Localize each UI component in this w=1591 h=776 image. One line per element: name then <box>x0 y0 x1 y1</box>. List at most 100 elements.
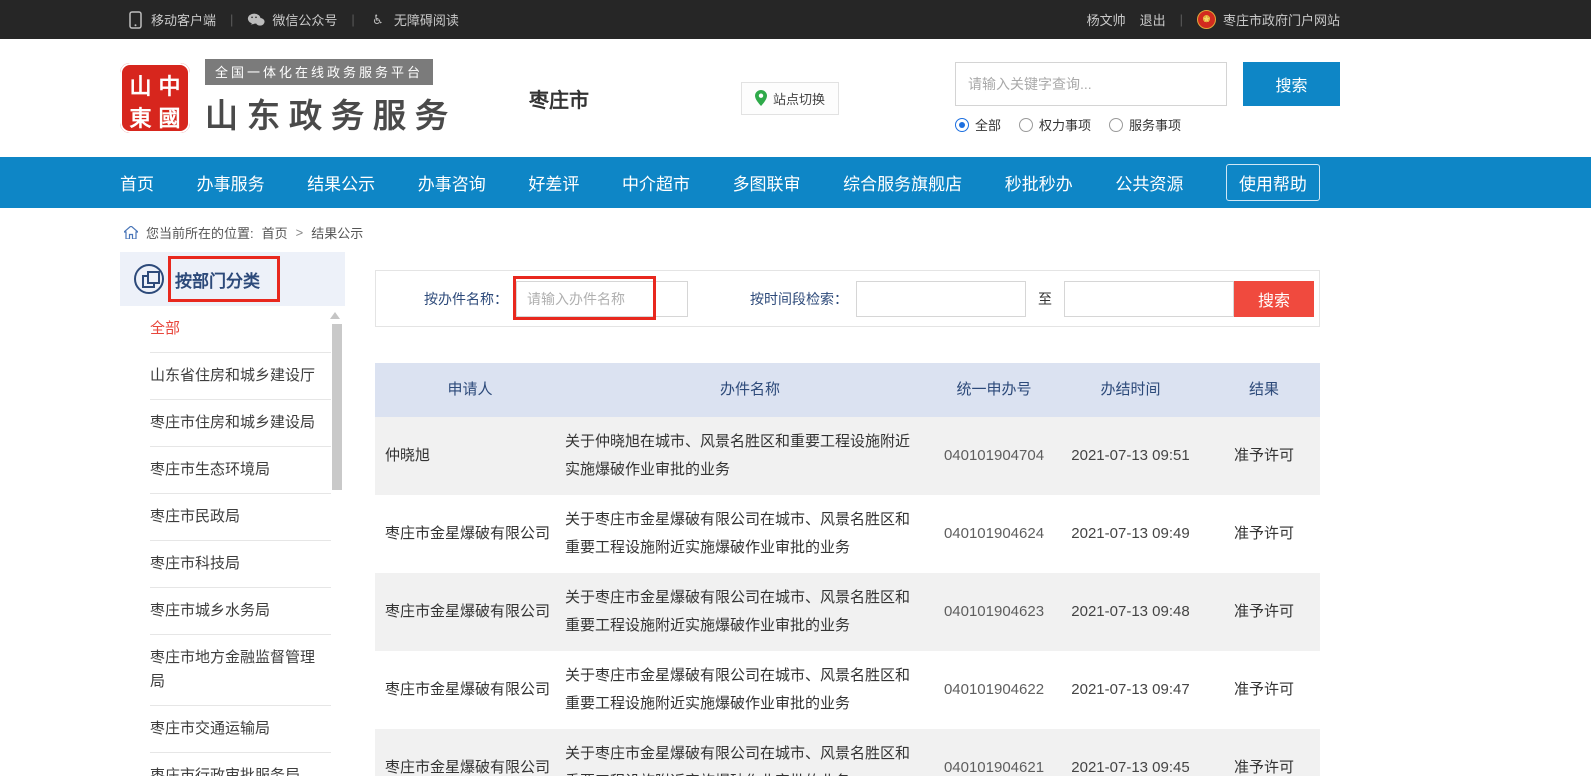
department-list-item[interactable]: 枣庄市科技局 <box>150 541 331 588</box>
scope-radio-label: 服务事项 <box>1129 115 1181 134</box>
mobile-client-label: 移动客户端 <box>151 10 216 29</box>
gov-portal-link[interactable]: ★ 枣庄市政府门户网站 <box>1197 10 1340 29</box>
cell-title: 关于枣庄市金星爆破有限公司在城市、风景名胜区和重要工程设施附近实施爆破作业审批的… <box>565 506 935 562</box>
table-row[interactable]: 枣庄市金星爆破有限公司 关于枣庄市金星爆破有限公司在城市、风景名胜区和重要工程设… <box>375 651 1320 729</box>
seal-char: 國 <box>155 101 184 133</box>
gov-portal-label: 枣庄市政府门户网站 <box>1223 10 1340 29</box>
nav-item[interactable]: 公共资源 <box>1115 170 1183 195</box>
nav-item[interactable]: 多图联审 <box>733 170 801 195</box>
header-search-button[interactable]: 搜索 <box>1243 62 1340 106</box>
cell-title: 关于枣庄市金星爆破有限公司在城市、风景名胜区和重要工程设施附近实施爆破作业审批的… <box>565 740 935 776</box>
department-list-item[interactable]: 枣庄市住房和城乡建设局 <box>150 400 331 447</box>
scope-radio[interactable]: 全部 <box>955 115 1001 134</box>
site-header: 山 中 東 國 全国一体化在线政务服务平台 山东政务服务 枣庄市 站点切换 搜索 <box>0 39 1591 157</box>
table-row[interactable]: 仲晓旭 关于仲晓旭在城市、风景名胜区和重要工程设施附近实施爆破作业审批的业务 0… <box>375 417 1320 495</box>
table-header-row: 申请人 办件名称 统一申办号 办结时间 结果 <box>375 363 1320 417</box>
date-from-input[interactable] <box>856 281 1026 317</box>
cell-apply-no: 040101904622 <box>935 676 1053 704</box>
divider: | <box>351 12 354 27</box>
cell-title: 关于仲晓旭在城市、风景名胜区和重要工程设施附近实施爆破作业审批的业务 <box>565 428 935 484</box>
nav-item[interactable]: 秒批秒办 <box>1005 170 1073 195</box>
wheelchair-icon: ♿ <box>369 11 387 29</box>
category-icon <box>134 264 164 294</box>
table-row[interactable]: 枣庄市金星爆破有限公司 关于枣庄市金星爆破有限公司在城市、风景名胜区和重要工程设… <box>375 495 1320 573</box>
cell-finish-time: 2021-07-13 09:48 <box>1053 598 1208 626</box>
top-utility-bar: 移动客户端 | 微信公众号 | ♿ 无障碍阅读 杨文帅 退出 | ★ 枣庄市政府… <box>0 0 1591 39</box>
wechat-icon <box>247 11 265 29</box>
national-emblem-icon: ★ <box>1197 10 1216 29</box>
cell-applicant: 枣庄市金星爆破有限公司 <box>375 520 565 548</box>
nav-item[interactable]: 办事服务 <box>197 170 265 195</box>
cell-applicant: 枣庄市金星爆破有限公司 <box>375 598 565 626</box>
cell-result: 准予许可 <box>1208 442 1320 470</box>
date-to-input[interactable] <box>1064 281 1234 317</box>
cell-apply-no: 040101904704 <box>935 442 1053 470</box>
table-row[interactable]: 枣庄市金星爆破有限公司 关于枣庄市金星爆破有限公司在城市、风景名胜区和重要工程设… <box>375 573 1320 651</box>
cell-result: 准予许可 <box>1208 598 1320 626</box>
cell-finish-time: 2021-07-13 09:45 <box>1053 754 1208 776</box>
nav-item[interactable]: 好差评 <box>528 170 579 195</box>
username-label[interactable]: 杨文帅 <box>1087 10 1126 29</box>
nav-item[interactable]: 中介超市 <box>622 170 690 195</box>
site-logo-text[interactable]: 全国一体化在线政务服务平台 山东政务服务 <box>205 59 457 137</box>
sidebar-scrollbar-thumb[interactable] <box>332 324 342 490</box>
keyword-search-input[interactable] <box>955 62 1227 106</box>
department-list-item[interactable]: 枣庄市地方金融监督管理局 <box>150 635 331 706</box>
cell-apply-no: 040101904621 <box>935 754 1053 776</box>
nav-item[interactable]: 结果公示 <box>307 170 375 195</box>
platform-badge: 全国一体化在线政务服务平台 <box>205 59 433 85</box>
department-list-item[interactable]: 全部 <box>150 306 331 353</box>
location-pin-icon <box>755 90 767 106</box>
cell-result: 准予许可 <box>1208 676 1320 704</box>
breadcrumb-current: 结果公示 <box>311 223 363 242</box>
date-to-label: 至 <box>1038 289 1052 309</box>
department-sidebar: 按部门分类 全部 山东省住房和城乡建设厅 枣庄市住房和城乡建设局 枣庄市生态环境… <box>120 252 345 776</box>
cell-apply-no: 040101904623 <box>935 598 1053 626</box>
shandong-seal-logo: 山 中 東 國 <box>120 63 190 133</box>
current-city-label: 枣庄市 <box>529 84 589 113</box>
radio-dot-icon <box>1109 118 1123 132</box>
scope-radio[interactable]: 服务事项 <box>1109 115 1181 134</box>
breadcrumb: 您当前所在的位置: 首页 > 结果公示 <box>0 208 1591 252</box>
scrollbar-up-arrow-icon[interactable] <box>330 312 340 319</box>
accessibility-label: 无障碍阅读 <box>394 10 459 29</box>
column-header-applicant: 申请人 <box>375 376 565 404</box>
seal-char: 山 <box>126 69 155 101</box>
divider: | <box>230 12 233 27</box>
department-list-item[interactable]: 山东省住房和城乡建设厅 <box>150 353 331 400</box>
department-list-item[interactable]: 枣庄市城乡水务局 <box>150 588 331 635</box>
cell-title: 关于枣庄市金星爆破有限公司在城市、风景名胜区和重要工程设施附近实施爆破作业审批的… <box>565 662 935 718</box>
annotation-highlight-box <box>168 256 280 302</box>
logout-link[interactable]: 退出 <box>1140 10 1166 29</box>
department-list-item[interactable]: 枣庄市民政局 <box>150 494 331 541</box>
department-list-item[interactable]: 枣庄市生态环境局 <box>150 447 331 494</box>
accessibility-link[interactable]: ♿ 无障碍阅读 <box>369 10 459 29</box>
cell-title: 关于枣庄市金星爆破有限公司在城市、风景名胜区和重要工程设施附近实施爆破作业审批的… <box>565 584 935 640</box>
site-switch-button[interactable]: 站点切换 <box>741 82 839 115</box>
department-list-item[interactable]: 枣庄市行政审批服务局 <box>150 753 331 776</box>
sidebar-header: 按部门分类 <box>120 252 345 306</box>
mobile-client-link[interactable]: 移动客户端 <box>126 10 216 29</box>
breadcrumb-separator: > <box>296 225 304 240</box>
nav-item[interactable]: 办事咨询 <box>418 170 486 195</box>
nav-item[interactable]: 首页 <box>120 170 154 195</box>
cell-result: 准予许可 <box>1208 754 1320 776</box>
department-list-item[interactable]: 枣庄市交通运输局 <box>150 706 331 753</box>
cell-result: 准予许可 <box>1208 520 1320 548</box>
cell-applicant: 枣庄市金星爆破有限公司 <box>375 676 565 704</box>
column-header-title: 办件名称 <box>565 376 935 404</box>
breadcrumb-home-link[interactable]: 首页 <box>262 223 288 242</box>
cell-apply-no: 040101904624 <box>935 520 1053 548</box>
results-table: 申请人 办件名称 统一申办号 办结时间 结果 仲晓旭 关于仲晓旭在城市、风景名胜… <box>375 363 1320 776</box>
breadcrumb-prefix: 您当前所在的位置: <box>146 223 254 242</box>
filter-search-button[interactable]: 搜索 <box>1234 281 1314 317</box>
table-row[interactable]: 枣庄市金星爆破有限公司 关于枣庄市金星爆破有限公司在城市、风景名胜区和重要工程设… <box>375 729 1320 776</box>
nav-item[interactable]: 使用帮助 <box>1226 164 1320 201</box>
name-filter-label: 按办件名称： <box>424 289 508 309</box>
nav-item[interactable]: 综合服务旗舰店 <box>843 170 962 195</box>
wechat-account-link[interactable]: 微信公众号 <box>247 10 337 29</box>
annotation-highlight-box <box>513 276 656 320</box>
seal-char: 東 <box>126 101 155 133</box>
divider: | <box>1180 12 1183 27</box>
scope-radio[interactable]: 权力事项 <box>1019 115 1091 134</box>
